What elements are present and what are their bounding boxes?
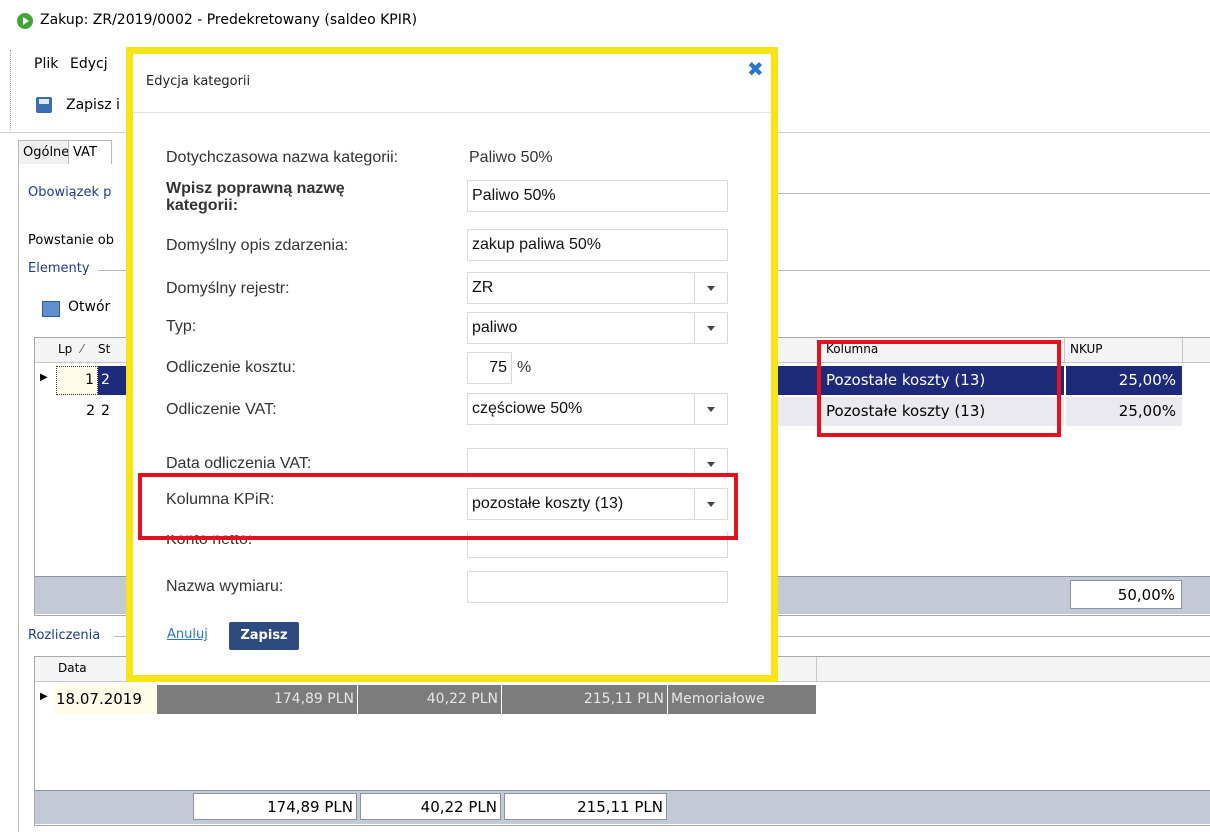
highlight-kpir-column (138, 473, 738, 540)
footer-total-nkup: 50,00% (1070, 580, 1182, 609)
dialog-header-divider (133, 112, 771, 113)
save-dialog-button[interactable]: Zapisz (229, 622, 299, 650)
dimension-label: Nazwa wymiaru: (166, 578, 284, 595)
default-register-value: ZR (472, 279, 494, 296)
cost-deduction-input[interactable]: 75 (467, 352, 512, 384)
type-select[interactable]: paliwo (467, 312, 728, 344)
cell-lp[interactable]: 2 (56, 397, 98, 426)
cell-typ[interactable]: Memoriałowe (668, 685, 816, 714)
column-divider (1182, 338, 1183, 362)
rozliczenia-label: Rozliczenia (28, 628, 101, 643)
cell-netto[interactable]: 174,89 PLN (157, 685, 357, 714)
new-name-input[interactable]: Paliwo 50% (467, 180, 728, 212)
current-name-label: Dotychczasowa nazwa kategorii: (166, 149, 399, 166)
close-icon[interactable]: ✖ (747, 57, 764, 81)
vat-date-label: Data odliczenia VAT: (166, 455, 312, 472)
column-divider (816, 657, 817, 681)
window-title: Zakup: ZR/2019/0002 - Predekretowany (sa… (40, 12, 418, 28)
cell-nkup[interactable]: 25,00% (1066, 397, 1182, 426)
highlight-kolumna (817, 340, 1061, 437)
new-name-label: Wpisz poprawną nazwę kategorii: (166, 180, 345, 214)
column-header-st[interactable]: St (98, 342, 110, 356)
cancel-link[interactable]: Anuluj (167, 627, 208, 642)
type-label: Typ: (166, 318, 197, 335)
footer-total-netto: 174,89 PLN (193, 793, 357, 820)
menu-item-plik[interactable]: Plik (34, 56, 58, 72)
chevron-down-icon[interactable] (694, 394, 727, 424)
open-button[interactable]: Otwór (68, 299, 110, 315)
current-name-value: Paliwo 50% (469, 149, 553, 166)
dimension-input[interactable] (467, 571, 728, 603)
cell-data[interactable]: 18.07.2019 (54, 685, 157, 714)
column-divider (1064, 338, 1065, 362)
cell-st[interactable]: 2 (98, 397, 126, 426)
column-header-nkup[interactable]: NKUP (1070, 342, 1103, 356)
menu-item-edycja[interactable]: Edycj (70, 56, 108, 72)
cell-lp[interactable]: 1 (56, 366, 98, 395)
chevron-down-icon[interactable] (694, 273, 727, 303)
tab-vat[interactable]: VAT (68, 140, 112, 165)
tab-ogolne[interactable]: Ogólne (18, 140, 70, 165)
cell-st[interactable]: 2 (98, 366, 126, 395)
app-icon (17, 13, 33, 29)
vat-deduction-value: częściowe 50% (472, 400, 583, 417)
column-header-lp[interactable]: Lp (58, 342, 72, 356)
sort-icon: ⁄ (81, 342, 84, 356)
row-pointer-icon: ▶ (40, 372, 48, 383)
toolbar-grip (10, 50, 11, 130)
default-desc-label: Domyślny opis zdarzenia: (166, 237, 349, 254)
chevron-down-icon[interactable] (694, 313, 727, 343)
cell-brutto[interactable]: 215,11 PLN (502, 685, 667, 714)
default-register-select[interactable]: ZR (467, 272, 728, 304)
cost-deduction-unit: % (517, 359, 532, 376)
cell-nkup[interactable]: 25,00% (1066, 366, 1182, 395)
cell-vat[interactable]: 40,22 PLN (358, 685, 501, 714)
save-button[interactable]: Zapisz i (66, 97, 120, 113)
column-header-data[interactable]: Data (58, 661, 87, 675)
powstanie-label: Powstanie ob (28, 233, 114, 248)
vat-deduction-select[interactable]: częściowe 50% (467, 393, 728, 425)
default-desc-input[interactable]: zakup paliwa 50% (467, 229, 728, 261)
cost-deduction-label: Odliczenie kosztu: (166, 359, 296, 376)
footer-total-vat: 40,22 PLN (360, 793, 501, 820)
vat-date-select[interactable] (467, 448, 728, 476)
dialog-title: Edycja kategorii (146, 74, 251, 89)
vat-deduction-label: Odliczenie VAT: (166, 401, 277, 418)
obowiazek-link[interactable]: Obowiązek p (28, 185, 111, 200)
footer-total-brutto: 215,11 PLN (504, 793, 667, 820)
open-icon[interactable] (42, 301, 60, 317)
elementy-label: Elementy (28, 261, 90, 276)
type-value: paliwo (472, 319, 518, 336)
default-register-label: Domyślny rejestr: (166, 280, 290, 297)
save-icon[interactable] (36, 97, 52, 113)
chevron-down-icon[interactable] (694, 449, 727, 475)
row-pointer-icon: ▶ (40, 691, 48, 702)
